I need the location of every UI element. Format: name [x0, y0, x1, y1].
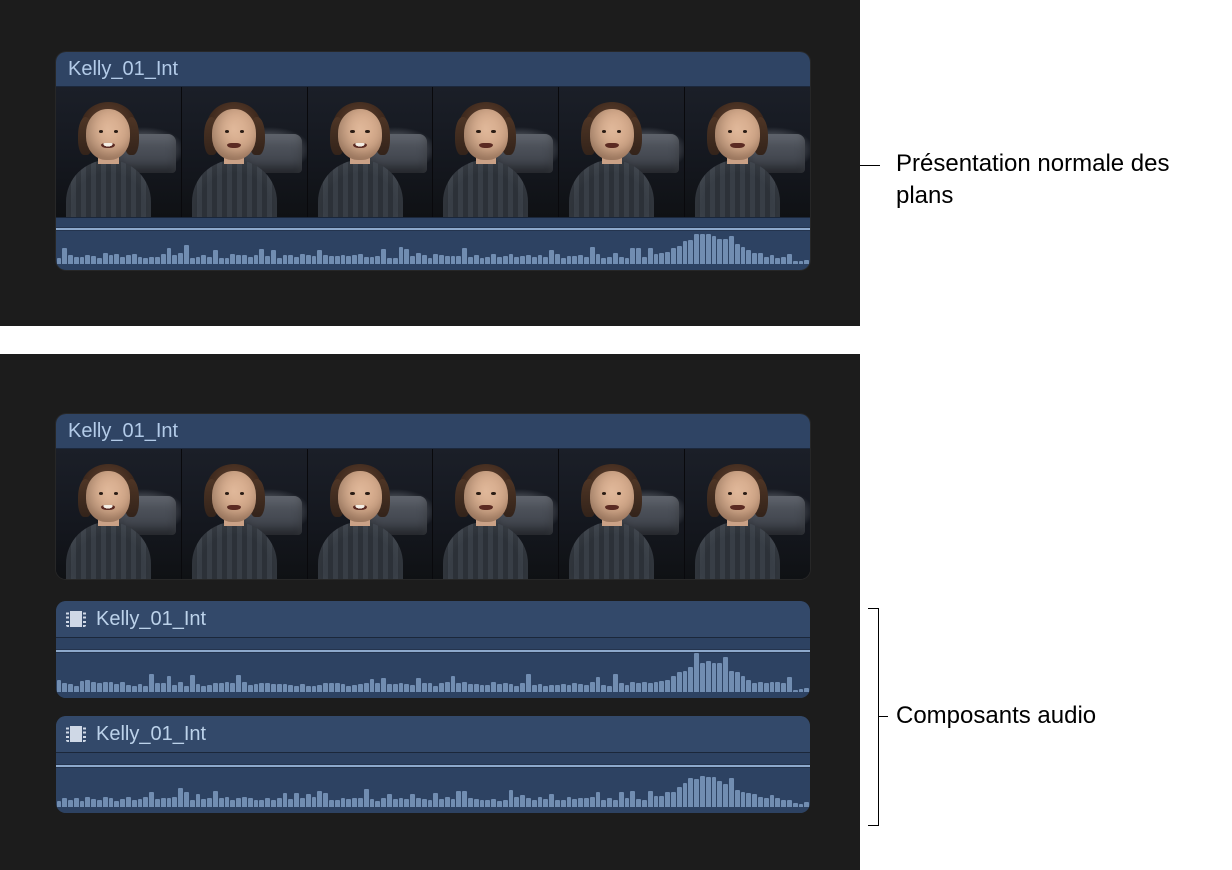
audio-component-label: Kelly_01_Int	[96, 601, 206, 637]
audio-component-label: Kelly_01_Int	[96, 716, 206, 752]
figure: Présentation normale des plans Composant…	[0, 0, 1232, 870]
callout-components-text: Composants audio	[896, 702, 1096, 729]
callout-normal: Présentation normale des plans	[896, 148, 1216, 213]
film-icon	[66, 611, 86, 627]
clip-title-text: Kelly_01_Int	[68, 414, 178, 448]
clip-filmstrip	[56, 87, 810, 217]
film-icon	[66, 726, 86, 742]
timeline-panel-normal: Kelly_01_Int	[0, 0, 860, 326]
callout-components: Composants audio	[896, 700, 1096, 732]
callout-bracket-components	[868, 608, 879, 826]
audio-component-1[interactable]: Kelly_01_Int	[56, 716, 810, 813]
audio-volume-line[interactable]	[56, 650, 810, 652]
audio-component-0[interactable]: Kelly_01_Int	[56, 601, 810, 698]
clip-title-bar: Kelly_01_Int	[56, 52, 810, 87]
audio-volume-line[interactable]	[56, 228, 810, 230]
timeline-panel-expanded: Kelly_01_Int Kelly_01_Int	[0, 354, 860, 870]
clip-normal[interactable]: Kelly_01_Int	[56, 52, 810, 270]
audio-component-waveform[interactable]	[56, 637, 810, 698]
clip-filmstrip	[56, 449, 810, 579]
clip-audio-waveform[interactable]	[56, 217, 810, 270]
callout-normal-text: Présentation normale des plans	[896, 150, 1170, 209]
audio-component-title-bar: Kelly_01_Int	[56, 716, 810, 752]
audio-volume-line[interactable]	[56, 765, 810, 767]
clip-expanded[interactable]: Kelly_01_Int	[56, 414, 810, 579]
clip-title-bar: Kelly_01_Int	[56, 414, 810, 449]
audio-component-waveform[interactable]	[56, 752, 810, 813]
clip-title-text: Kelly_01_Int	[68, 52, 178, 86]
audio-component-title-bar: Kelly_01_Int	[56, 601, 810, 637]
callout-bracket-lead	[878, 716, 888, 717]
